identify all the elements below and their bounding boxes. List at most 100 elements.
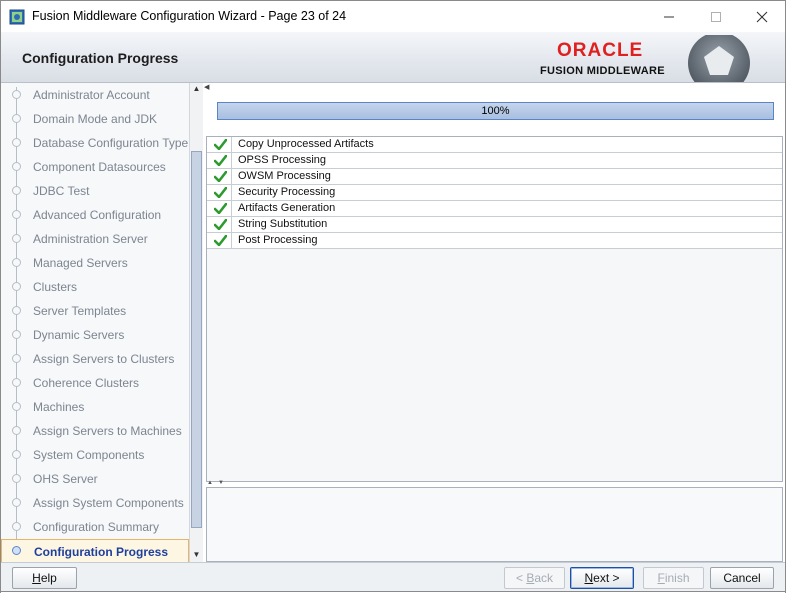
maximize-button[interactable] <box>693 1 739 32</box>
task-status-cell <box>207 233 232 248</box>
nav-step-item[interactable]: JDBC Test <box>1 179 189 203</box>
task-label: Post Processing <box>238 234 318 246</box>
nav-step-label: Configuration Summary <box>33 520 160 534</box>
next-button[interactable]: Next > <box>570 567 634 589</box>
nav-step-item[interactable]: Configuration Progress <box>1 539 189 563</box>
page-title: Configuration Progress <box>22 50 179 66</box>
task-row: OPSS Processing <box>207 153 782 169</box>
logo-product: FUSION MIDDLEWARE <box>540 65 665 77</box>
task-label: OWSM Processing <box>238 170 331 182</box>
task-label: Artifacts Generation <box>238 202 336 214</box>
task-row: Artifacts Generation <box>207 201 782 217</box>
nav-step-label: Clusters <box>33 280 78 294</box>
step-dot-icon <box>12 210 21 219</box>
step-dot-icon <box>12 330 21 339</box>
cancel-button[interactable]: Cancel <box>710 567 774 589</box>
pentagon-emblem-icon <box>688 35 750 82</box>
nav-step-item[interactable]: Coherence Clusters <box>1 371 189 395</box>
nav-step-item[interactable]: Assign Servers to Machines <box>1 419 189 443</box>
window-title: Fusion Middleware Configuration Wizard -… <box>32 9 347 23</box>
steps-scrollbar[interactable]: ▲ ▼ <box>189 83 203 562</box>
window-border-left <box>0 0 1 593</box>
step-dot-icon <box>12 90 21 99</box>
scroll-up-icon[interactable]: ▲ <box>191 84 202 94</box>
nav-step-label: Machines <box>33 400 85 414</box>
nav-step-item[interactable]: Assign System Components <box>1 491 189 515</box>
close-icon <box>756 11 768 22</box>
step-dot-icon <box>12 378 21 387</box>
nav-step-item[interactable]: Server Templates <box>1 299 189 323</box>
task-row: String Substitution <box>207 217 782 233</box>
log-output-area <box>206 487 783 562</box>
nav-step-item[interactable]: Component Datasources <box>1 155 189 179</box>
step-dot-icon <box>12 162 21 171</box>
splitter-down-icon[interactable]: ▼ <box>218 480 224 486</box>
logo-brand: ORACLE <box>557 40 644 61</box>
collapse-left-icon[interactable]: ◀ <box>204 83 209 91</box>
nav-step-label: Assign Servers to Machines <box>33 424 182 438</box>
step-dot-icon <box>12 474 21 483</box>
wizard-steps-list: Administrator Account Domain Mode and JDK… <box>1 83 189 563</box>
wizard-steps-panel: Administrator Account Domain Mode and JDK… <box>1 83 203 563</box>
close-button[interactable] <box>739 1 785 32</box>
step-dot-icon <box>12 186 21 195</box>
step-dot-icon <box>12 138 21 147</box>
wizard-footer: Help < Back Next > Finish Cancel <box>1 562 785 592</box>
back-button[interactable]: < Back <box>504 567 565 589</box>
task-row: Security Processing <box>207 185 782 201</box>
scroll-thumb[interactable] <box>191 151 202 528</box>
nav-step-item[interactable]: Dynamic Servers <box>1 323 189 347</box>
nav-step-item[interactable]: Administration Server <box>1 227 189 251</box>
installer-icon <box>9 9 25 25</box>
nav-step-item[interactable]: Configuration Summary <box>1 515 189 539</box>
check-icon <box>214 139 227 150</box>
nav-step-item[interactable]: Database Configuration Type <box>1 131 189 155</box>
task-row: Post Processing <box>207 233 782 249</box>
nav-step-item[interactable]: OHS Server <box>1 467 189 491</box>
task-label: Copy Unprocessed Artifacts <box>238 138 374 150</box>
nav-step-item[interactable]: Machines <box>1 395 189 419</box>
nav-step-item[interactable]: Clusters <box>1 275 189 299</box>
task-status-cell <box>207 201 232 216</box>
nav-step-item[interactable]: Advanced Configuration <box>1 203 189 227</box>
step-dot-icon <box>12 306 21 315</box>
step-dot-icon <box>12 114 21 123</box>
nav-step-item[interactable]: System Components <box>1 443 189 467</box>
task-label: String Substitution <box>238 218 328 230</box>
nav-step-item[interactable]: Administrator Account <box>1 83 189 107</box>
task-status-cell <box>207 185 232 200</box>
progress-percent: 100% <box>481 105 510 117</box>
nav-step-item[interactable]: Managed Servers <box>1 251 189 275</box>
wizard-header: Configuration Progress ORACLE FUSION MID… <box>1 32 785 83</box>
nav-step-label: Component Datasources <box>33 160 166 174</box>
nav-step-label: Configuration Progress <box>34 545 169 559</box>
nav-step-label: Domain Mode and JDK <box>33 112 158 126</box>
step-dot-icon <box>12 450 21 459</box>
check-icon <box>214 155 227 166</box>
nav-step-label: OHS Server <box>33 472 98 486</box>
step-dot-icon <box>12 522 21 531</box>
task-status-cell <box>207 169 232 184</box>
nav-step-label: JDBC Test <box>33 184 90 198</box>
nav-step-item[interactable]: Domain Mode and JDK <box>1 107 189 131</box>
step-dot-icon <box>12 546 21 555</box>
step-dot-icon <box>12 354 21 363</box>
progress-bar: 100% <box>217 102 774 120</box>
minimize-icon <box>664 16 674 17</box>
nav-step-label: Advanced Configuration <box>33 208 162 222</box>
task-label: OPSS Processing <box>238 154 327 166</box>
title-bar: Fusion Middleware Configuration Wizard -… <box>0 0 786 32</box>
nav-step-label: Managed Servers <box>33 256 128 270</box>
step-dot-icon <box>12 282 21 291</box>
step-dot-icon <box>12 498 21 507</box>
minimize-button[interactable] <box>646 1 692 32</box>
nav-step-label: Administrator Account <box>33 88 150 102</box>
finish-button[interactable]: Finish <box>643 567 704 589</box>
check-icon <box>214 235 227 246</box>
splitter-up-icon[interactable]: ▲ <box>207 480 213 486</box>
check-icon <box>214 219 227 230</box>
scroll-down-icon[interactable]: ▼ <box>191 550 202 560</box>
help-button[interactable]: Help <box>12 567 77 589</box>
nav-step-item[interactable]: Assign Servers to Clusters <box>1 347 189 371</box>
step-dot-icon <box>12 426 21 435</box>
